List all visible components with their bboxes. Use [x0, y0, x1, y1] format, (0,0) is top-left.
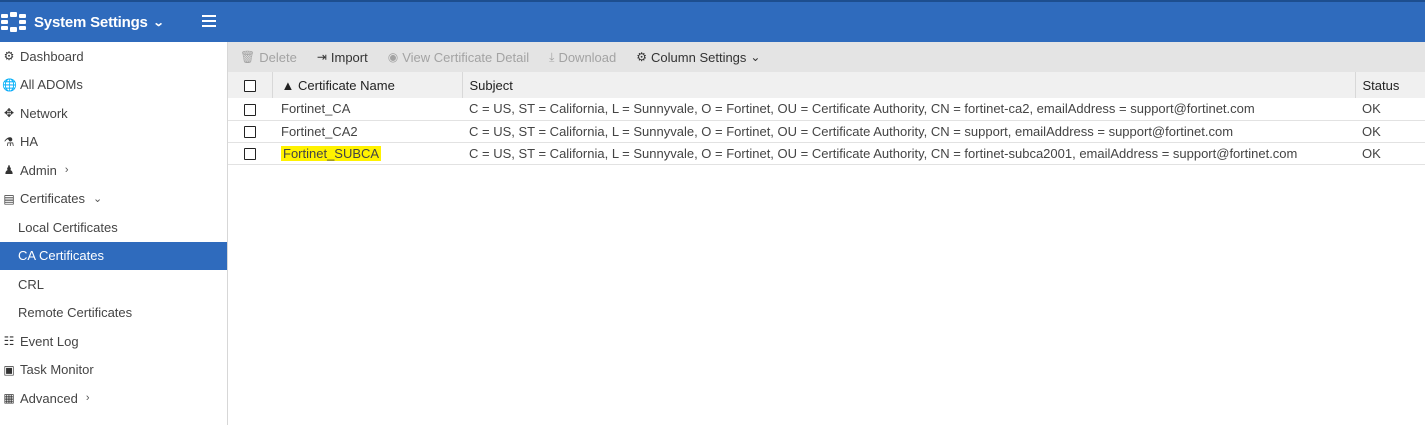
sidebar-item-network[interactable]: ✥ Network — [0, 99, 227, 128]
sidebar-item-label: Advanced — [20, 390, 78, 406]
row-checkbox[interactable] — [244, 148, 256, 161]
gear-icon: ⚙ — [636, 50, 648, 64]
sidebar-item-label: HA — [20, 134, 39, 150]
certificate-icon: ▤ — [3, 191, 15, 206]
network-icon: ✥ — [3, 106, 15, 121]
table-row[interactable]: Fortinet_CA C = US, ST = California, L =… — [228, 98, 1425, 120]
sidebar-item-label: CRL — [18, 276, 45, 292]
sort-ascending-icon: ▲ — [281, 77, 295, 93]
subject-cell: C = US, ST = California, L = Sunnyvale, … — [469, 145, 1298, 161]
certificate-name-cell: Fortinet_CA — [281, 101, 351, 117]
row-select-cell — [228, 142, 272, 164]
row-checkbox[interactable] — [244, 126, 256, 139]
sidebar-item-certificates[interactable]: ▤ Certificates ⌄ — [0, 185, 227, 214]
sidebar-item-label: Remote Certificates — [18, 305, 133, 321]
column-header-label: Certificate Name — [298, 77, 395, 93]
sidebar-item-dashboard[interactable]: ⚙ Dashboard — [0, 42, 227, 71]
advanced-icon: ▦ — [3, 391, 15, 406]
sidebar-item-label: Dashboard — [20, 48, 84, 64]
sidebar-item-event-log[interactable]: ☷ Event Log — [0, 327, 227, 356]
sidebar-item-advanced[interactable]: ▦ Advanced › — [0, 384, 227, 413]
sidebar-item-label: Task Monitor — [20, 362, 94, 378]
sidebar-item-label: Local Certificates — [18, 219, 118, 235]
sidebar-item-label: Admin — [20, 162, 57, 178]
column-header-label: Subject — [469, 77, 513, 93]
select-all-checkbox[interactable] — [243, 80, 256, 93]
sidebar-item-task-monitor[interactable]: ▣ Task Monitor — [0, 356, 227, 385]
table-row[interactable]: Fortinet_SUBCA C = US, ST = California, … — [228, 142, 1425, 164]
status-cell: OK — [1362, 123, 1381, 139]
chevron-right-icon: › — [64, 164, 69, 177]
sidebar-item-label: All ADOMs — [20, 77, 83, 93]
status-cell: OK — [1362, 145, 1381, 161]
chevron-down-icon: ⌄ — [93, 193, 103, 206]
column-header-status[interactable]: Status — [1355, 72, 1425, 98]
sidebar-item-local-certificates[interactable]: Local Certificates — [0, 213, 227, 242]
view-label: View Certificate Detail — [402, 49, 530, 65]
sidebar-item-label: Event Log — [20, 333, 79, 349]
chevron-down-icon: ⌄ — [152, 16, 165, 29]
sidebar-item-all-adoms[interactable]: 🌐 All ADOMs — [0, 71, 227, 100]
column-header-subject[interactable]: Subject — [462, 72, 1356, 98]
table-row[interactable]: Fortinet_CA2 C = US, ST = California, L … — [228, 120, 1425, 142]
column-header-label: Status — [1362, 77, 1400, 93]
top-bar: System Settings ⌄ — [0, 0, 1425, 42]
sidebar-item-admin[interactable]: ♟ Admin › — [0, 156, 227, 185]
sidebar-item-ca-certificates[interactable]: CA Certificates — [0, 241, 227, 270]
row-select-cell — [228, 120, 272, 142]
certificate-name-cell: Fortinet_CA2 — [281, 123, 358, 139]
ha-icon: ⚗ — [3, 134, 15, 149]
import-label: Import — [330, 49, 368, 65]
view-certificate-detail-button[interactable]: ◉ View Certificate Detail — [388, 50, 529, 65]
certificate-name-cell: Fortinet_SUBCA — [272, 142, 462, 164]
sidebar-item-label: Certificates — [20, 191, 86, 207]
download-label: Download — [558, 49, 617, 65]
select-all-cell — [228, 72, 273, 98]
column-settings-button[interactable]: ⚙ Column Settings ⌄ — [636, 50, 760, 65]
user-icon: ♟ — [3, 163, 15, 178]
delete-label: Delete — [259, 49, 297, 65]
import-icon: ⇥ — [316, 50, 327, 64]
subject-cell: C = US, ST = California, L = Sunnyvale, … — [469, 123, 1234, 139]
toolbar: 🗑 Delete ⇥ Import ◉ View Certificate Det… — [228, 42, 1425, 72]
status-cell: OK — [1362, 101, 1381, 117]
chevron-down-icon: ⌄ — [750, 50, 761, 64]
column-settings-label: Column Settings — [651, 49, 747, 65]
download-icon: ⤓ — [549, 49, 555, 64]
download-button[interactable]: ⤓ Download — [549, 50, 616, 65]
page-title: System Settings — [34, 13, 148, 31]
delete-button[interactable]: 🗑 Delete — [240, 50, 297, 65]
certificates-table: ▲ Certificate Name Subject Status Fortin… — [228, 72, 1425, 165]
sidebar-item-label: CA Certificates — [18, 248, 104, 264]
row-select-cell — [228, 98, 272, 120]
dashboard-icon: ⚙ — [3, 49, 15, 64]
import-button[interactable]: ⇥ Import — [317, 50, 368, 65]
globe-icon: 🌐 — [2, 77, 17, 92]
sidebar-item-label: Network — [20, 105, 68, 121]
eye-icon: ◉ — [387, 50, 399, 64]
subject-cell: C = US, ST = California, L = Sunnyvale, … — [469, 101, 1255, 117]
table-header-row: ▲ Certificate Name Subject Status — [228, 72, 1425, 98]
sidebar: ⚙ Dashboard 🌐 All ADOMs ✥ Network ⚗ HA ♟… — [0, 42, 228, 425]
system-settings-menu[interactable]: System Settings ⌄ — [34, 13, 165, 31]
task-monitor-icon: ▣ — [3, 362, 15, 377]
row-checkbox[interactable] — [244, 103, 256, 116]
fortinet-logo-icon — [0, 11, 28, 33]
chevron-right-icon: › — [85, 392, 90, 405]
hamburger-menu-icon[interactable] — [202, 15, 216, 27]
column-header-certificate-name[interactable]: ▲ Certificate Name — [272, 72, 463, 98]
sidebar-item-ha[interactable]: ⚗ HA — [0, 128, 227, 157]
trash-icon: 🗑 — [240, 50, 256, 64]
event-log-icon: ☷ — [3, 334, 15, 349]
main-content: 🗑 Delete ⇥ Import ◉ View Certificate Det… — [228, 42, 1425, 425]
sidebar-item-remote-certificates[interactable]: Remote Certificates — [0, 299, 227, 328]
sidebar-item-crl[interactable]: CRL — [0, 270, 227, 299]
highlighted-certificate-name: Fortinet_SUBCA — [281, 145, 382, 161]
